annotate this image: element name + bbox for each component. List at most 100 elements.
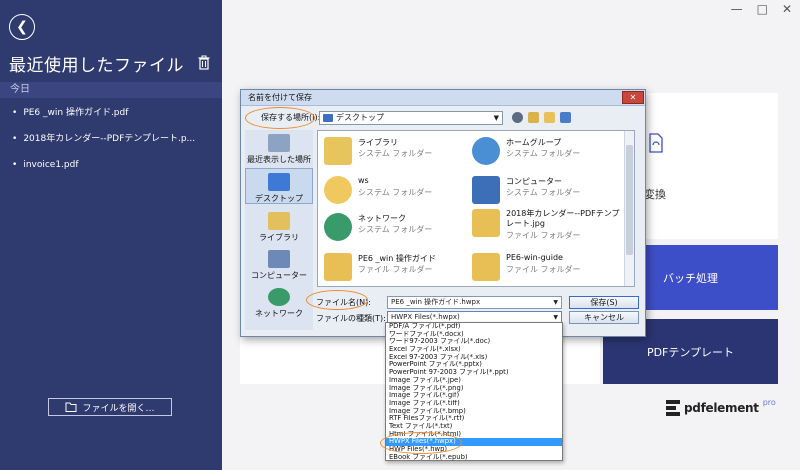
place-label: ネットワーク [255, 309, 303, 318]
item-type: ファイル フォルダー [506, 265, 581, 274]
filetype-label: ファイルの種類(T): [316, 314, 386, 323]
logo-pro: pro [762, 397, 776, 407]
place-library[interactable]: ライブラリ [245, 212, 313, 243]
filetype-option[interactable]: Excel 97-2003 ファイル(*.xls) [386, 354, 562, 362]
view-menu-icon[interactable] [560, 112, 571, 123]
save-as-dialog: 名前を付けて保存 ✕ 保存する場所(I): デスクトップ ▼ 最近表示した場所 … [240, 89, 646, 337]
place-network[interactable]: ネットワーク [245, 288, 313, 319]
item-name: ライブラリ [358, 138, 398, 147]
filetype-option[interactable]: Html ファイル(*.html) [386, 431, 562, 439]
recent-file-item[interactable]: 2018年カレンダー--PDFテンプレート.p... [0, 126, 222, 152]
chevron-down-icon[interactable]: ▼ [553, 297, 558, 308]
filetype-dropdown-list: PDF/A ファイル(*.pdf) ワードファイル(*.docx) ワード97-… [385, 322, 563, 461]
filetype-option[interactable]: ワード97-2003 ファイル(*.doc) [386, 338, 562, 346]
filetype-option[interactable]: PowerPoint ファイル(*.pptx) [386, 361, 562, 369]
filetype-option[interactable]: PDF/A ファイル(*.pdf) [386, 323, 562, 331]
list-item[interactable]: PE6-win-guide ファイル フォルダー [472, 251, 622, 285]
filetype-option[interactable]: Image ファイル(*.gif) [386, 392, 562, 400]
place-label: 最近表示した場所 [247, 155, 311, 164]
item-name: ホームグループ [506, 138, 562, 147]
window-controls: — □ ✕ [731, 2, 792, 16]
user-folder-icon [324, 176, 352, 204]
item-type: システム フォルダー [358, 225, 433, 234]
places-bar: 最近表示した場所 デスクトップ ライブラリ コンピューター ネットワーク [245, 130, 313, 330]
filetype-option[interactable]: RTF Filesファイル(*.rtf) [386, 415, 562, 423]
open-file-label: ファイルを開く… [82, 403, 155, 414]
network-icon [268, 288, 290, 306]
filetype-option[interactable]: EBook ファイル(*.epub) [386, 454, 562, 462]
recent-places-icon [268, 134, 290, 152]
filetype-option[interactable]: Image ファイル(*.png) [386, 385, 562, 393]
folder-icon [472, 209, 500, 237]
chevron-left-icon: ❮ [16, 19, 28, 35]
folder-icon [472, 253, 500, 281]
section-header-today: 今日 [0, 82, 222, 98]
list-item[interactable]: ホームグループ システム フォルダー [472, 135, 622, 169]
folder-open-icon [65, 402, 77, 412]
scrollbar-thumb[interactable] [626, 145, 633, 255]
list-scrollbar[interactable] [624, 131, 634, 286]
window-close-button[interactable]: ✕ [782, 2, 792, 16]
save-in-label: 保存する場所(I): [261, 113, 321, 122]
filetype-option-selected[interactable]: HWPX Files(*.hwpx) [386, 438, 562, 446]
back-button[interactable]: ❮ [9, 14, 35, 40]
recent-file-list: PE6 _win 操作ガイド.pdf 2018年カレンダー--PDFテンプレート… [0, 100, 222, 178]
desktop-icon [268, 173, 290, 191]
item-type: ファイル フォルダー [506, 231, 581, 240]
item-name: コンピューター [506, 177, 562, 186]
save-in-value: デスクトップ [336, 113, 384, 122]
filetype-option[interactable]: Excel ファイル(*.xlsx) [386, 346, 562, 354]
filetype-option[interactable]: HWP Files(*.hwp) [386, 446, 562, 454]
pdfelement-logo-icon [666, 400, 680, 416]
batch-label: バッチ処理 [663, 271, 718, 285]
list-item[interactable]: PE6 _win 操作ガイド ファイル フォルダー [324, 251, 474, 285]
list-item[interactable]: コンピューター システム フォルダー [472, 174, 622, 208]
library-icon [268, 212, 290, 230]
recent-file-item[interactable]: PE6 _win 操作ガイド.pdf [0, 100, 222, 126]
dialog-toolbar [512, 112, 571, 123]
filetype-option[interactable]: PowerPoint 97-2003 ファイル(*.ppt) [386, 369, 562, 377]
item-type: システム フォルダー [358, 188, 433, 197]
back-icon[interactable] [512, 112, 523, 123]
homegroup-icon [472, 137, 500, 165]
filetype-value: HWPX Files(*.hwpx) [391, 313, 460, 321]
save-in-select[interactable]: デスクトップ ▼ [319, 111, 503, 125]
list-item[interactable]: 2018年カレンダー--PDFテンプレート.jpg ファイル フォルダー [472, 207, 622, 247]
item-type: ファイル フォルダー [358, 265, 433, 274]
convert-label: 変換 [644, 188, 666, 201]
logo-text: pdfelement [684, 401, 759, 415]
maximize-button[interactable]: □ [757, 2, 768, 16]
place-desktop[interactable]: デスクトップ [245, 168, 313, 204]
recent-file-item[interactable]: invoice1.pdf [0, 152, 222, 178]
recent-files-panel: ❮ 最近使用したファイル 今日 PE6 _win 操作ガイド.pdf 2018年… [0, 0, 222, 470]
trash-icon[interactable] [197, 55, 211, 70]
pdfelement-logo: pdfelement pro [666, 397, 776, 416]
up-folder-icon[interactable] [528, 112, 539, 123]
filetype-option[interactable]: ワードファイル(*.docx) [386, 331, 562, 339]
computer-icon [472, 176, 500, 204]
cancel-button[interactable]: キャンセル [569, 311, 639, 324]
filetype-option[interactable]: Image ファイル(*.jpe) [386, 377, 562, 385]
item-type: システム フォルダー [358, 149, 433, 158]
panel-title: 最近使用したファイル [9, 56, 184, 76]
minimize-button[interactable]: — [731, 2, 743, 16]
place-computer[interactable]: コンピューター [245, 250, 313, 281]
convert-icon [649, 133, 663, 153]
list-item[interactable]: ライブラリ システム フォルダー [324, 135, 474, 169]
open-file-button[interactable]: ファイルを開く… [48, 398, 172, 416]
list-item[interactable]: ネットワーク システム フォルダー [324, 211, 474, 245]
desktop-icon [323, 114, 333, 122]
save-button[interactable]: 保存(S) [569, 296, 639, 309]
computer-icon [268, 250, 290, 268]
filetype-option[interactable]: Text ファイル(*.txt) [386, 423, 562, 431]
filetype-option[interactable]: Image ファイル(*.tiff) [386, 400, 562, 408]
filename-input[interactable]: PE6 _win 操作ガイド.hwpx ▼ [387, 296, 562, 309]
dialog-title: 名前を付けて保存 [241, 90, 645, 106]
place-recent[interactable]: 最近表示した場所 [245, 134, 313, 165]
list-item[interactable]: ws システム フォルダー [324, 174, 474, 208]
item-name: ネットワーク [358, 214, 406, 223]
dialog-close-button[interactable]: ✕ [622, 91, 644, 104]
new-folder-icon[interactable] [544, 112, 555, 123]
filetype-option[interactable]: Image ファイル(*.bmp) [386, 408, 562, 416]
item-name: ws [358, 176, 369, 185]
